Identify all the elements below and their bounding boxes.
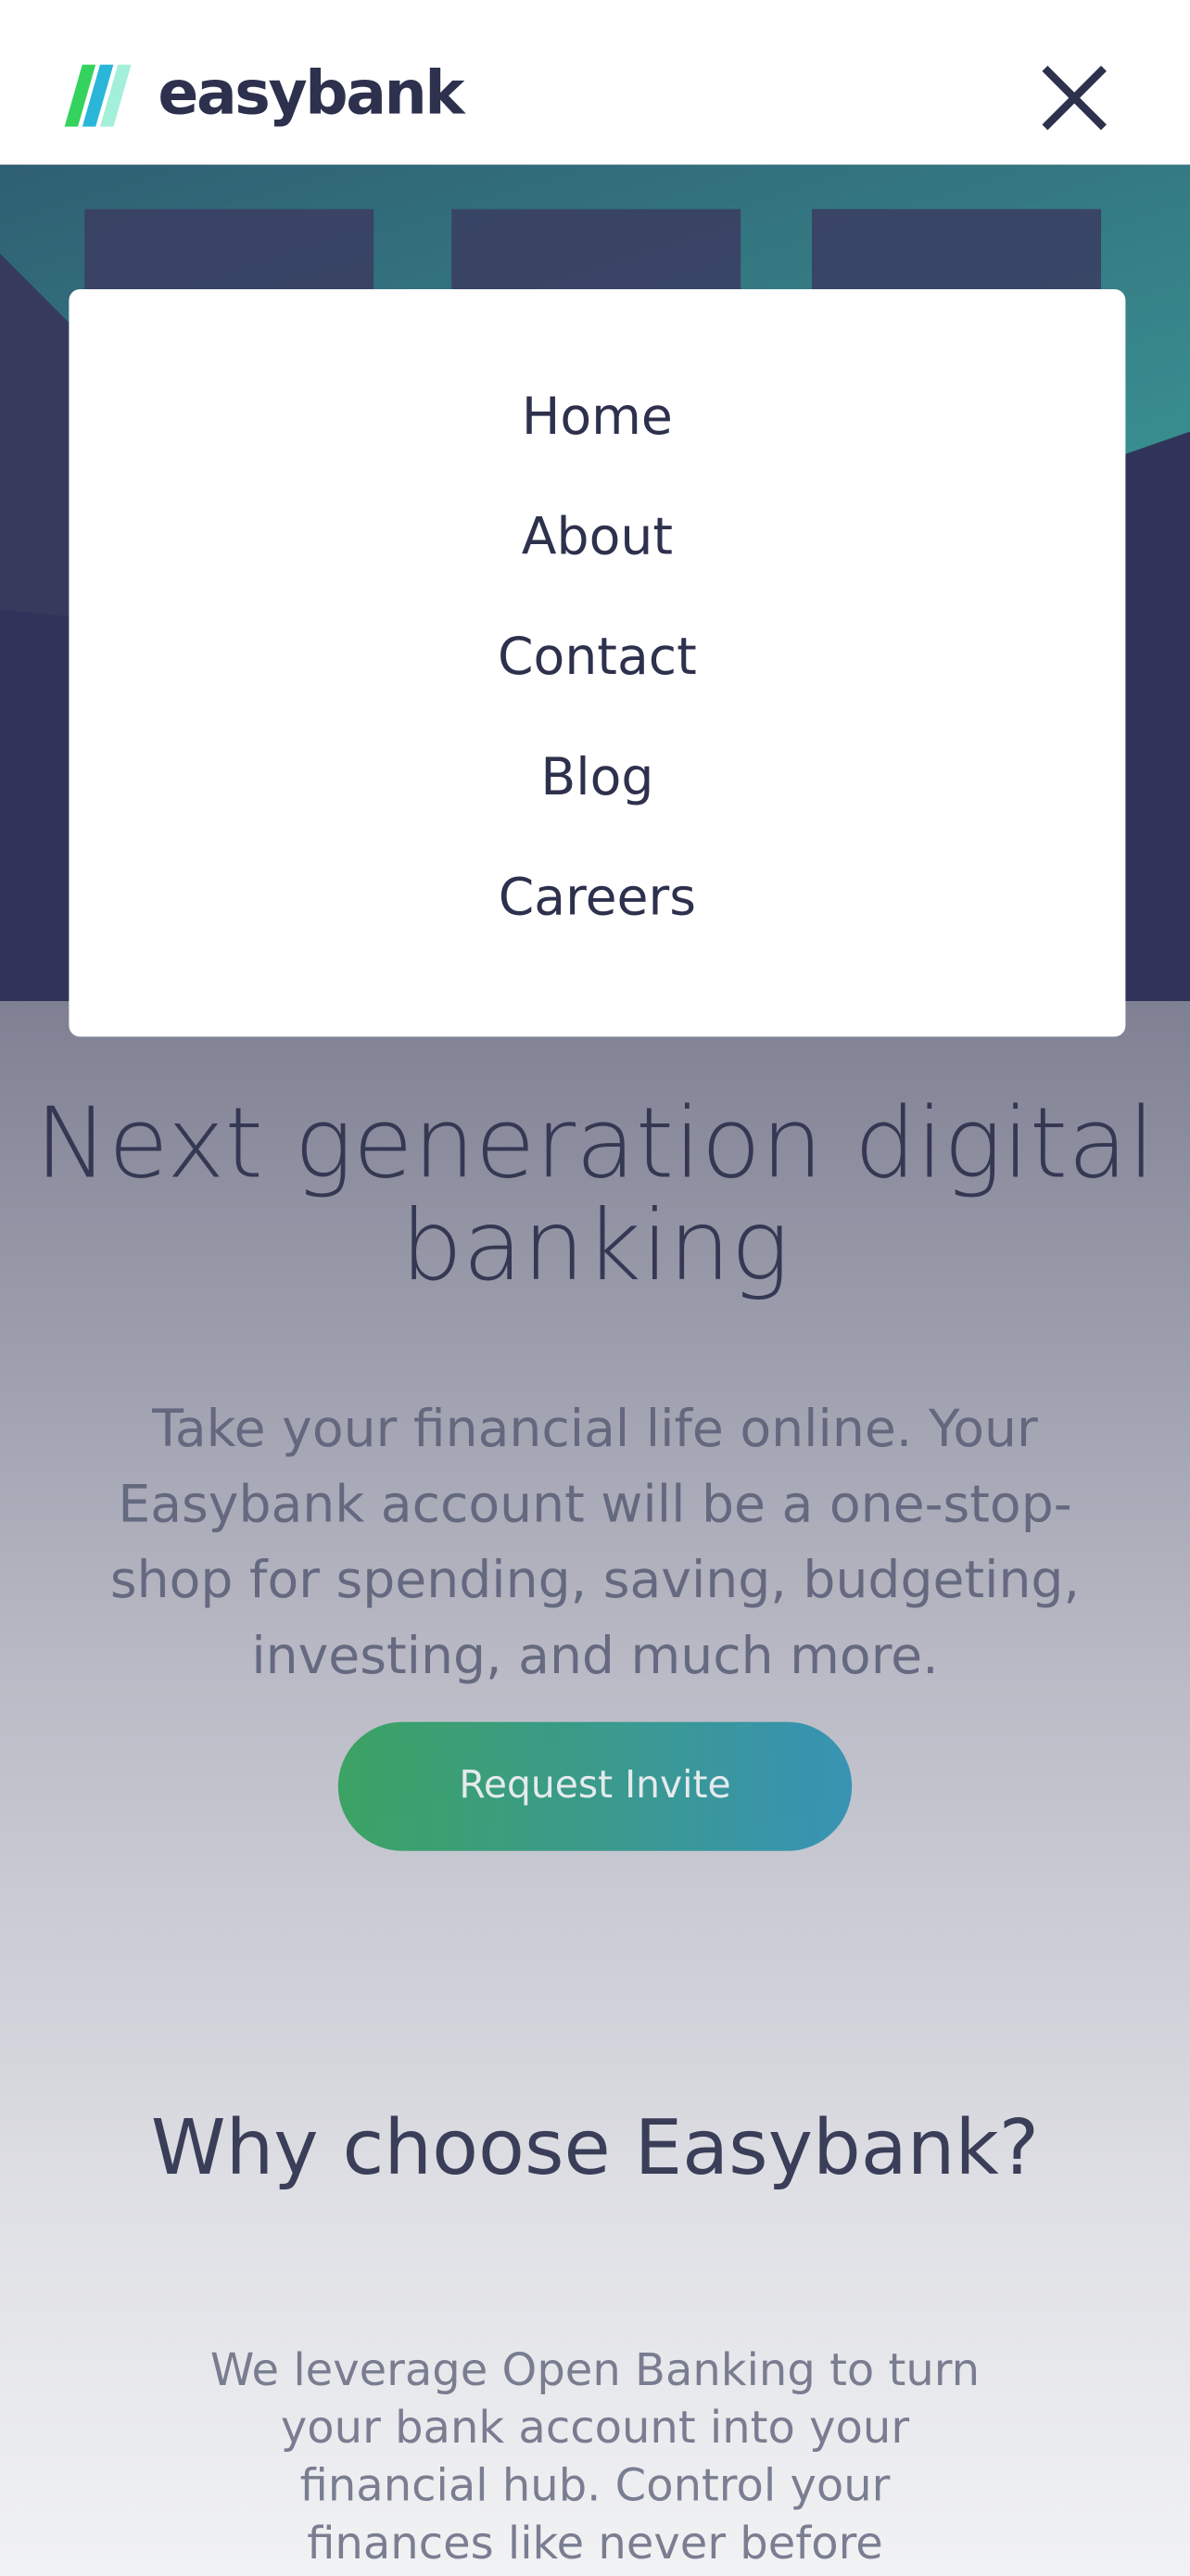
request-invite-button[interactable]: Request Invite [337,1721,853,1851]
brand-logo[interactable]: easybank [64,59,464,132]
logo-mark-icon [64,64,132,127]
hero-title: Next generation digital banking [34,1087,1156,1304]
close-menu-button[interactable] [1036,60,1112,136]
hero-description: Take your financial life online. Your Ea… [109,1402,1081,1687]
mobile-nav-menu: Home About Contact Blog Careers [69,289,1126,1037]
close-icon [1042,65,1107,131]
nav-item-home[interactable]: Home [69,389,1125,447]
nav-item-careers[interactable]: Careers [69,869,1125,927]
site: easybank Home About Contact Blog Careers… [0,0,1190,2576]
nav-item-about[interactable]: About [69,510,1125,567]
why-section-description: We leverage Open Banking to turn your ba… [209,2342,981,2570]
nav-item-blog[interactable]: Blog [69,750,1125,807]
why-section-title: Why choose Easybank? [150,2104,1040,2194]
nav-item-contact[interactable]: Contact [69,629,1125,687]
page-root: easybank Home About Contact Blog Careers… [0,0,1190,2576]
brand-name: easybank [158,59,464,130]
site-header: easybank [0,0,1190,165]
